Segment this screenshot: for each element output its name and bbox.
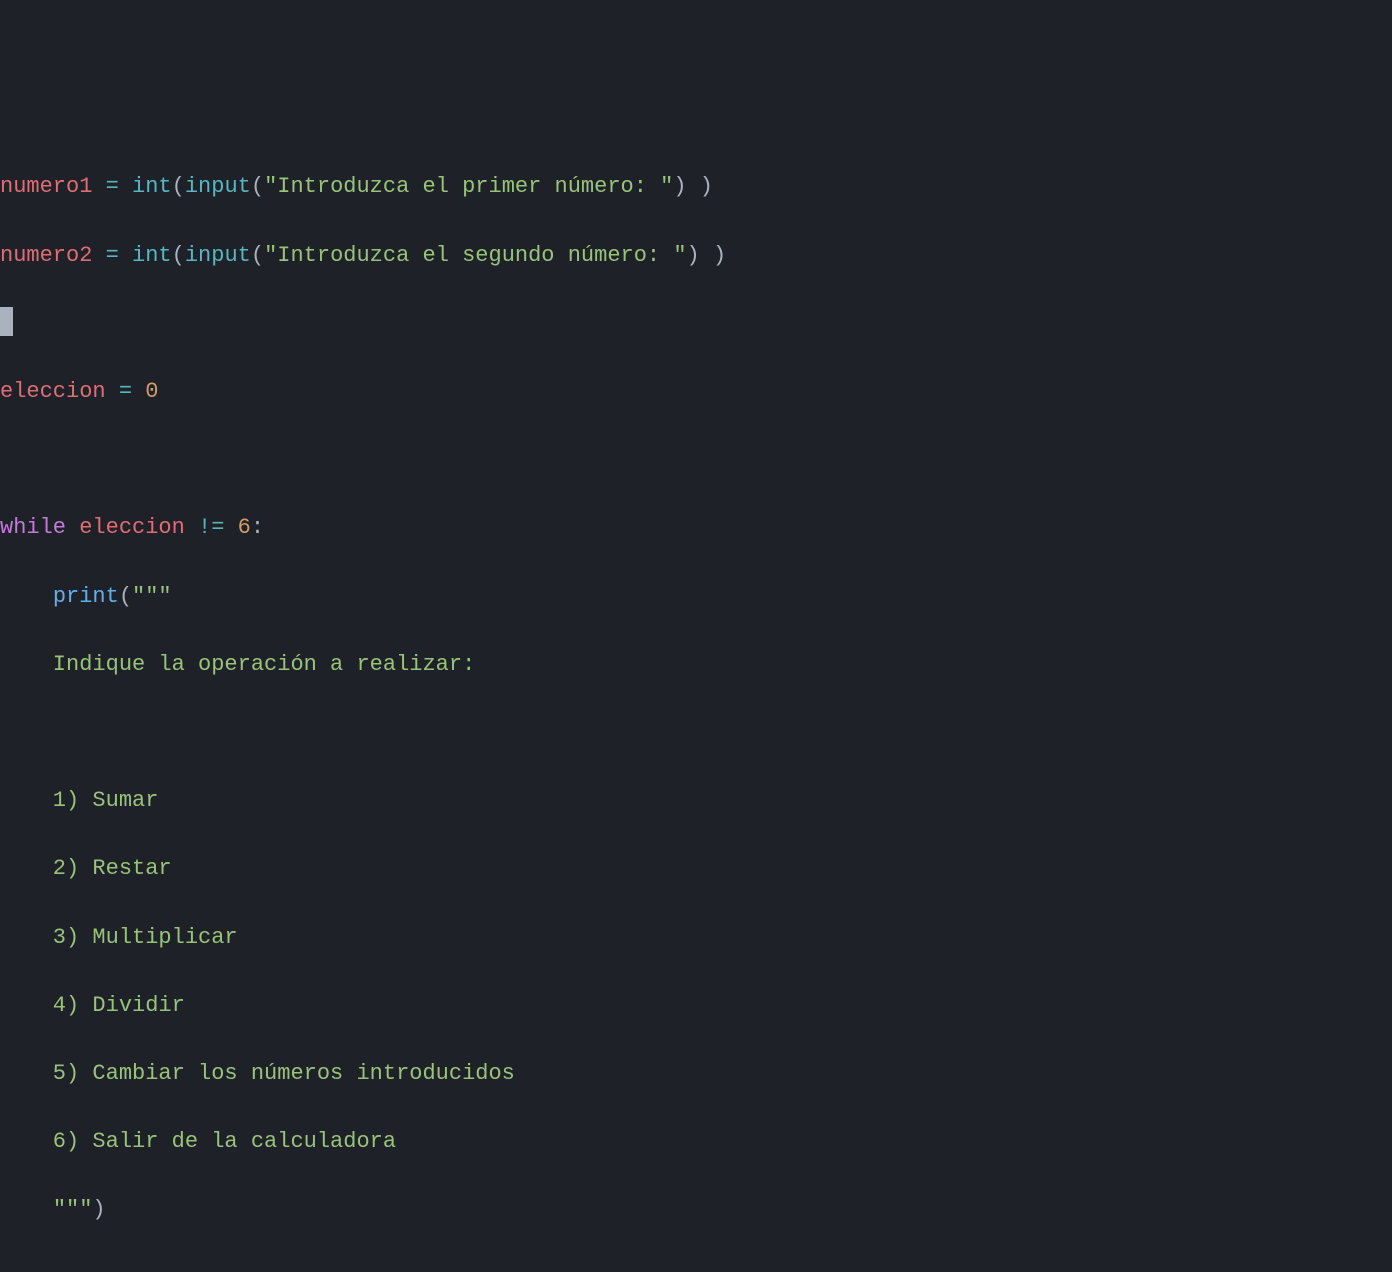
code-line-13[interactable]: 4) Dividir (0, 989, 1392, 1023)
code-line-1[interactable]: numero1 = int(input("Introduzca el prime… (0, 170, 1392, 204)
space (66, 515, 79, 540)
paren-close: ) (687, 243, 700, 268)
assign-operator: = (92, 243, 132, 268)
paren-close: ) (713, 243, 726, 268)
input-builtin: input (185, 243, 251, 268)
paren-open: ( (251, 243, 264, 268)
code-line-10[interactable]: 1) Sumar (0, 784, 1392, 818)
indent (0, 584, 53, 609)
while-keyword: while (0, 515, 66, 540)
assign-operator: = (106, 379, 146, 404)
code-line-8[interactable]: Indique la operación a realizar: (0, 648, 1392, 682)
input-builtin: input (185, 174, 251, 199)
space (687, 174, 700, 199)
int-builtin: int (132, 243, 172, 268)
string-triple-quote: """ (132, 584, 172, 609)
code-line-4[interactable]: eleccion = 0 (0, 375, 1392, 409)
variable-numero2: numero2 (0, 243, 92, 268)
code-line-9[interactable] (0, 716, 1392, 750)
paren-close: ) (92, 1197, 105, 1222)
code-line-5[interactable] (0, 443, 1392, 477)
number-literal: 0 (145, 379, 158, 404)
code-line-3[interactable] (0, 307, 1392, 341)
paren-open: ( (172, 243, 185, 268)
indent-string (0, 1197, 53, 1222)
string-triple-quote: """ (53, 1197, 93, 1222)
string-literal: "Introduzca el primer número: " (264, 174, 673, 199)
code-editor[interactable]: numero1 = int(input("Introduzca el prime… (0, 136, 1392, 1272)
string-literal: "Introduzca el segundo número: " (264, 243, 686, 268)
code-line-2[interactable]: numero2 = int(input("Introduzca el segun… (0, 239, 1392, 273)
space (224, 515, 237, 540)
code-line-11[interactable]: 2) Restar (0, 852, 1392, 886)
paren-open: ( (251, 174, 264, 199)
print-function: print (53, 584, 119, 609)
neq-operator: != (198, 515, 224, 540)
code-line-6[interactable]: while eleccion != 6: (0, 511, 1392, 545)
code-line-17[interactable] (0, 1261, 1392, 1272)
code-line-15[interactable]: 6) Salir de la calculadora (0, 1125, 1392, 1159)
paren-close: ) (673, 174, 686, 199)
paren-close: ) (700, 174, 713, 199)
cursor (0, 307, 13, 336)
code-line-12[interactable]: 3) Multiplicar (0, 921, 1392, 955)
variable-eleccion: eleccion (79, 515, 185, 540)
int-builtin: int (132, 174, 172, 199)
assign-operator: = (92, 174, 132, 199)
paren-open: ( (119, 584, 132, 609)
variable-numero1: numero1 (0, 174, 92, 199)
number-literal: 6 (238, 515, 251, 540)
variable-eleccion: eleccion (0, 379, 106, 404)
code-line-7[interactable]: print(""" (0, 580, 1392, 614)
code-line-16[interactable]: """) (0, 1193, 1392, 1227)
paren-open: ( (172, 174, 185, 199)
space (700, 243, 713, 268)
code-line-14[interactable]: 5) Cambiar los números introducidos (0, 1057, 1392, 1091)
space (185, 515, 198, 540)
colon: : (251, 515, 264, 540)
